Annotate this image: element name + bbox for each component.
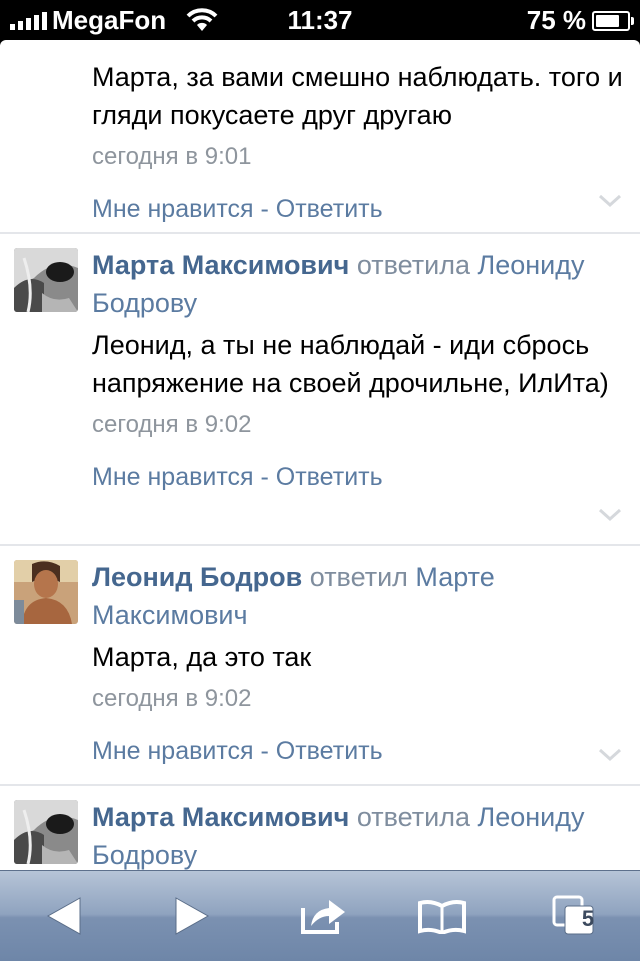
chevron-down-icon[interactable] [598, 194, 622, 208]
comment-body: Марта Максимович ответила Леониду Бодров… [92, 246, 624, 492]
avatar[interactable] [14, 800, 78, 864]
comment-header: Марта Максимович ответила Леониду Бодров… [92, 798, 624, 870]
comment-actions: Мне нравится - Ответить [92, 462, 624, 492]
forward-icon [175, 897, 210, 935]
share-icon [301, 900, 345, 934]
tabs-count: 5 [581, 906, 595, 931]
action-separator: - [253, 737, 276, 765]
comment-time: сегодня в 9:01 [92, 143, 252, 170]
comment-text: Леонид, а ты не наблюдай - иди сбрось на… [92, 330, 609, 398]
comment-body: Марта Максимович ответила Леониду Бодров… [92, 798, 624, 870]
reply-verb: ответила [349, 802, 478, 832]
chevron-down-icon[interactable] [598, 748, 622, 762]
reply-link[interactable]: Ответить [276, 463, 383, 491]
comment-item: Марта Максимович ответила Леониду Бодров… [0, 234, 640, 546]
bookmarks-button[interactable] [392, 871, 492, 961]
battery-percentage: 75 % [526, 5, 586, 35]
comment-time: сегодня в 9:02 [92, 411, 252, 438]
author-link[interactable]: Марта Максимович [92, 250, 349, 280]
comment-item: Марта, за вами смешно наблюдать. того и … [0, 40, 640, 234]
comment-actions: Мне нравится - Ответить [92, 736, 624, 766]
author-link[interactable]: Марта Максимович [92, 802, 349, 832]
comment-item: Марта Максимович ответила Леониду Бодров… [0, 786, 640, 870]
chevron-down-icon[interactable] [598, 508, 622, 522]
comments-list: Марта, за вами смешно наблюдать. того и … [0, 40, 640, 870]
comment-text: Марта, да это так [92, 642, 312, 672]
back-button[interactable] [14, 871, 114, 961]
like-link[interactable]: Мне нравится [92, 463, 254, 491]
comment-item: Леонид Бодров ответил Марте Максимович М… [0, 546, 640, 786]
avatar[interactable] [14, 248, 78, 312]
comment-body: Марта, за вами смешно наблюдать. того и … [92, 58, 624, 224]
comment-body: Леонид Бодров ответил Марте Максимович М… [92, 558, 624, 766]
comment-time: сегодня в 9:02 [92, 685, 252, 712]
avatar[interactable] [14, 560, 78, 624]
reply-verb: ответил [302, 562, 416, 592]
like-link[interactable]: Мне нравится [92, 195, 254, 223]
battery-icon [592, 11, 634, 31]
bookmarks-icon [418, 900, 466, 934]
share-button[interactable] [274, 871, 374, 961]
comment-text: Марта, за вами смешно наблюдать. того и … [92, 62, 623, 130]
action-separator: - [253, 463, 276, 491]
reply-verb: ответила [349, 250, 478, 280]
back-icon [46, 897, 81, 935]
browser-toolbar: 5 [0, 870, 640, 961]
tabs-button[interactable]: 5 [524, 871, 624, 961]
reply-link[interactable]: Ответить [276, 195, 383, 223]
like-link[interactable]: Мне нравится [92, 737, 254, 765]
status-bar: MegaFon 11:37 75 % [0, 0, 640, 40]
author-link[interactable]: Леонид Бодров [92, 562, 302, 592]
forward-button[interactable] [142, 871, 242, 961]
reply-link[interactable]: Ответить [276, 737, 383, 765]
comment-actions: Мне нравится - Ответить [92, 194, 624, 224]
comment-header: Марта Максимович ответила Леониду Бодров… [92, 246, 624, 322]
comment-header: Леонид Бодров ответил Марте Максимович [92, 558, 624, 634]
action-separator: - [253, 195, 276, 223]
